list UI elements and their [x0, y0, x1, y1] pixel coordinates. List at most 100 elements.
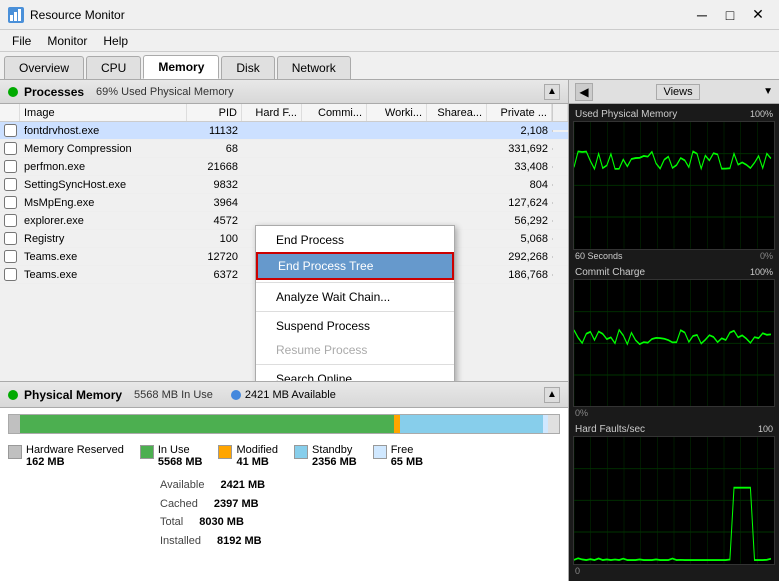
- row-pid: 4572: [187, 214, 242, 228]
- row-hardf: [242, 220, 302, 222]
- table-row[interactable]: perfmon.exe 21668 33,408: [0, 158, 568, 176]
- col-header-pid[interactable]: PID: [187, 104, 242, 121]
- minimize-button[interactable]: ─: [689, 5, 715, 25]
- right-panel-header: ◀ Views ▼: [569, 80, 779, 104]
- row-pid: 6372: [187, 268, 242, 282]
- chart-bottom-row: 60 Seconds 0%: [573, 250, 775, 262]
- context-menu-item[interactable]: Suspend Process: [256, 314, 454, 338]
- row-private: 56,292: [487, 214, 552, 228]
- tab-memory[interactable]: Memory: [143, 55, 219, 79]
- col-header-private[interactable]: Private ...: [487, 104, 552, 121]
- row-pid: 21668: [187, 160, 242, 174]
- row-commit: [302, 166, 367, 168]
- row-private: 292,268: [487, 250, 552, 264]
- menu-help[interactable]: Help: [95, 32, 136, 50]
- row-shareable: [427, 166, 487, 168]
- legend-color: [140, 445, 154, 459]
- row-checkbox[interactable]: [4, 214, 17, 227]
- expand-button[interactable]: ◀: [575, 83, 593, 101]
- row-checkbox[interactable]: [4, 178, 17, 191]
- context-menu-separator: [256, 282, 454, 283]
- menu-file[interactable]: File: [4, 32, 39, 50]
- app-title: Resource Monitor: [30, 8, 125, 22]
- col-header-shareable[interactable]: Sharea...: [427, 104, 487, 121]
- row-checkbox[interactable]: [4, 250, 17, 263]
- context-menu-item[interactable]: Analyze Wait Chain...: [256, 285, 454, 309]
- col-header-hardf[interactable]: Hard F...: [242, 104, 302, 121]
- chart-pct-top: 100%: [750, 267, 773, 278]
- row-private: 804: [487, 178, 552, 192]
- row-checkbox[interactable]: [4, 232, 17, 245]
- row-checkbox[interactable]: [4, 160, 17, 173]
- memory-stat-row: Available 2421 MB: [160, 476, 560, 495]
- chart-container: Used Physical Memory 100% 60 Seconds 0% …: [569, 104, 779, 581]
- col-header-commit[interactable]: Commi...: [302, 104, 367, 121]
- stat-label: Total: [160, 513, 183, 532]
- chart-time-label: 60 Seconds: [575, 251, 623, 261]
- row-pid: 68: [187, 142, 242, 156]
- row-scroll: [552, 220, 568, 222]
- row-image: SettingSyncHost.exe: [20, 178, 187, 192]
- chart-area: [573, 121, 775, 250]
- chart-title: Used Physical Memory: [575, 109, 677, 120]
- context-menu-item[interactable]: End Process Tree: [256, 252, 454, 280]
- memory-section-header: Physical Memory 5568 MB In Use 2421 MB A…: [0, 382, 568, 408]
- chart-title: Commit Charge: [575, 267, 645, 278]
- maximize-button[interactable]: □: [717, 5, 743, 25]
- row-hardf: [242, 166, 302, 168]
- memory-bar-container: [0, 408, 568, 440]
- chart-pct-top: 100%: [750, 109, 773, 120]
- row-image: Memory Compression: [20, 142, 187, 156]
- tab-disk[interactable]: Disk: [221, 56, 274, 79]
- row-pid: 12720: [187, 250, 242, 264]
- row-hardf: [242, 130, 302, 132]
- chart-label: Hard Faults/sec 100: [573, 423, 775, 436]
- legend-item: Standby2356 MB: [294, 444, 357, 468]
- row-image: perfmon.exe: [20, 160, 187, 174]
- row-hardf: [242, 148, 302, 150]
- row-shareable: [427, 184, 487, 186]
- table-row[interactable]: Memory Compression 68 331,692: [0, 140, 568, 158]
- tab-overview[interactable]: Overview: [4, 56, 84, 79]
- col-header-image[interactable]: Image: [20, 104, 187, 121]
- row-checkbox[interactable]: [4, 268, 17, 281]
- row-working: [367, 220, 427, 222]
- memory-collapse-btn[interactable]: ▲: [544, 387, 560, 403]
- row-checkbox[interactable]: [4, 124, 17, 137]
- tab-cpu[interactable]: CPU: [86, 56, 141, 79]
- memory-inuse-dot: [8, 390, 18, 400]
- legend-item: In Use5568 MB: [140, 444, 203, 468]
- row-working: [367, 166, 427, 168]
- menu-monitor[interactable]: Monitor: [39, 32, 95, 50]
- chart-pct-bottom: 0%: [760, 251, 773, 261]
- context-menu-item: Resume Process: [256, 338, 454, 362]
- chart-block: Used Physical Memory 100% 60 Seconds 0%: [573, 108, 775, 262]
- row-pid: 9832: [187, 178, 242, 192]
- col-header-check: [0, 104, 20, 121]
- row-pid: 3964: [187, 196, 242, 210]
- views-dropdown[interactable]: ▼: [763, 86, 773, 97]
- tab-network[interactable]: Network: [277, 56, 351, 79]
- context-menu-item[interactable]: Search Online: [256, 367, 454, 381]
- table-row[interactable]: MsMpEng.exe 3964 127,624: [0, 194, 568, 212]
- process-collapse-btn[interactable]: ▲: [544, 84, 560, 100]
- close-button[interactable]: ✕: [745, 5, 771, 25]
- context-menu-item[interactable]: End Process: [256, 228, 454, 252]
- row-shareable: [427, 130, 487, 132]
- table-row[interactable]: SettingSyncHost.exe 9832 804: [0, 176, 568, 194]
- memory-bar-segment: [20, 415, 394, 433]
- table-row[interactable]: fontdrvhost.exe 11132 2,108: [0, 122, 568, 140]
- row-scroll: [552, 184, 568, 186]
- legend-color: [218, 445, 232, 459]
- row-checkbox[interactable]: [4, 142, 17, 155]
- stat-value: 8192 MB: [217, 532, 262, 551]
- row-image: Registry: [20, 232, 187, 246]
- row-private: 5,068: [487, 232, 552, 246]
- row-image: Teams.exe: [20, 268, 187, 282]
- row-commit: [302, 220, 367, 222]
- col-header-working[interactable]: Worki...: [367, 104, 427, 121]
- memory-legend: Hardware Reserved162 MB In Use5568 MB Mo…: [0, 440, 568, 472]
- menu-bar: File Monitor Help: [0, 30, 779, 52]
- views-button[interactable]: Views: [656, 84, 699, 100]
- row-checkbox[interactable]: [4, 196, 17, 209]
